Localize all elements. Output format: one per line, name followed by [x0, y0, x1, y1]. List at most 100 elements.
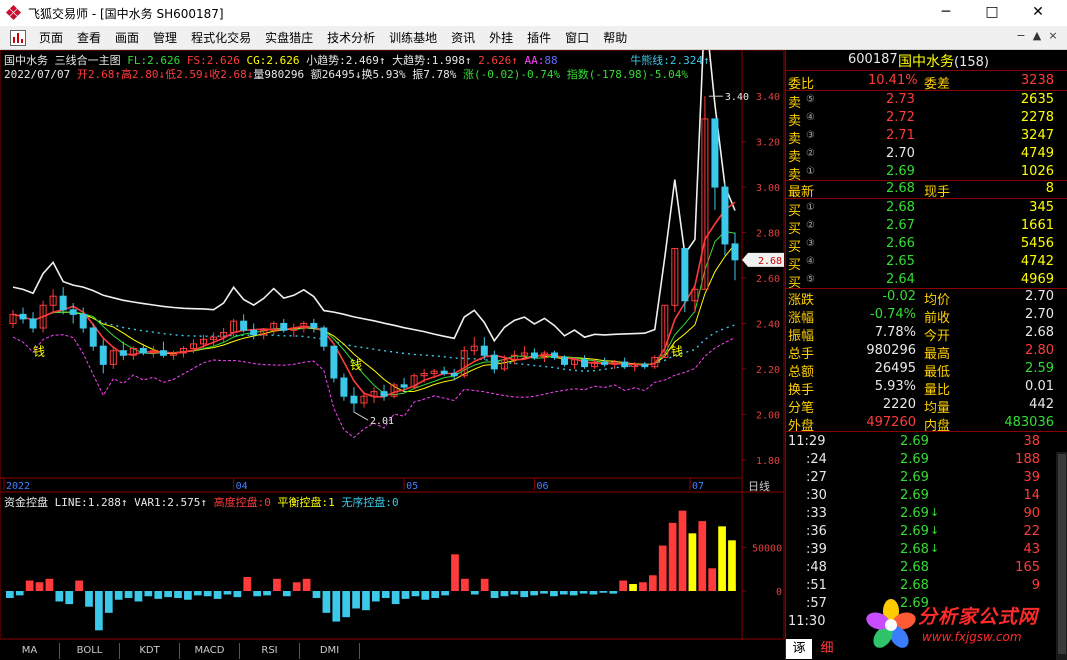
sell-volume: 2278 [1020, 110, 1054, 125]
sub-bar [668, 522, 677, 591]
window-title: 飞狐交易师 - [国中水务 SH600187] [28, 6, 224, 21]
buy-row[interactable]: 买 ⑤ 2.64 4969 [786, 271, 1067, 291]
chart-app-icon[interactable] [10, 29, 26, 46]
candle-body [350, 395, 358, 404]
menu-item-programmatic-trading[interactable]: 程式化交易 [184, 28, 258, 48]
menu-item-page[interactable]: 页面 [32, 28, 70, 48]
candle-body [721, 186, 729, 245]
tick-time: :51 [806, 578, 827, 593]
sell-row[interactable]: 卖 ② 2.70 4749 [786, 145, 1067, 165]
tab-kdt[interactable]: KDT [120, 643, 180, 659]
sub-bar [411, 591, 420, 597]
menu-item-window[interactable]: 窗口 [558, 28, 596, 48]
weibi-value: 10.41% [868, 73, 918, 88]
menu-item-tech-analysis[interactable]: 技术分析 [320, 28, 382, 48]
stats-row: 总手 980296 最高 2.80 [786, 342, 1067, 362]
tab-tick[interactable]: 诼 [786, 639, 812, 659]
sell-price: 2.72 [886, 110, 915, 125]
menu-item-plugins[interactable]: 插件 [520, 28, 558, 48]
stat-value: 2.68 [1025, 325, 1054, 340]
mdi-close-button[interactable]: × [1046, 30, 1060, 44]
sub-bar [292, 582, 301, 591]
tab-ma[interactable]: MA [0, 643, 60, 659]
sub-bar [658, 545, 667, 591]
tick-price: 2.68 [900, 542, 929, 557]
candle-body [320, 327, 328, 347]
weibi-row: 委比 10.41% 委差 3238 [786, 72, 1067, 92]
sell-row[interactable]: 卖 ③ 2.71 3247 [786, 127, 1067, 147]
sub-bar [500, 591, 509, 597]
tick-row: :48 2.68 165 [786, 559, 1056, 577]
menu-item-screen[interactable]: 画面 [108, 28, 146, 48]
sub-bar [282, 591, 291, 597]
sub-bar [302, 578, 311, 591]
tab-boll[interactable]: BOLL [60, 643, 120, 659]
sub-bar [104, 591, 113, 613]
tab-macd[interactable]: MACD [180, 643, 240, 659]
sub-bar [381, 591, 390, 598]
buy-row[interactable]: 买 ① 2.68 345 [786, 199, 1067, 219]
sub-bar [75, 580, 83, 591]
buy-row[interactable]: 买 ③ 2.66 5456 [786, 235, 1067, 255]
sub-bar [441, 591, 449, 596]
sub-bar [233, 591, 242, 598]
sell-row[interactable]: 卖 ① 2.69 1026 [786, 163, 1067, 183]
period-label[interactable]: 日线 [748, 478, 770, 494]
tick-price: 2.69 [900, 506, 929, 521]
buy-row[interactable]: 买 ② 2.67 1661 [786, 217, 1067, 237]
buy-row[interactable]: 买 ④ 2.65 4742 [786, 253, 1067, 273]
tab-dmi[interactable]: DMI [300, 643, 360, 659]
mdi-restore-button[interactable]: ▲ [1030, 30, 1044, 44]
sub-indicator-name: 资金控盘 [4, 496, 48, 509]
sub-bar [114, 591, 123, 600]
stock-code: 600187 [848, 52, 898, 67]
sub-bar [589, 591, 598, 595]
tab-detail[interactable]: 细 [814, 639, 840, 659]
menu-item-news[interactable]: 资讯 [444, 28, 482, 48]
minimize-button[interactable]: ─ [923, 0, 969, 26]
stat-value: 5.93% [874, 379, 916, 394]
mdi-minimize-button[interactable]: − [1014, 30, 1028, 44]
sub-bar [639, 582, 647, 591]
sub-bar [421, 591, 430, 600]
buy-volume: 5456 [1020, 236, 1054, 251]
sub-bar [530, 591, 538, 596]
tab-rsi[interactable]: RSI [240, 643, 300, 659]
menu-item-hunter[interactable]: 实盘猎庄 [258, 28, 320, 48]
stats-row: 涨跌 -0.02 均价 2.70 [786, 288, 1067, 308]
sub-bar [362, 591, 370, 611]
sub-bar [688, 533, 697, 591]
menu-item-addons[interactable]: 外挂 [482, 28, 520, 48]
no-control-value: 无序控盘:0 [341, 496, 399, 509]
menu-item-view[interactable]: 查看 [70, 28, 108, 48]
candle-body [69, 309, 77, 315]
sub-bar [490, 591, 499, 598]
candle-body [99, 345, 107, 365]
sell-row[interactable]: 卖 ④ 2.72 2278 [786, 109, 1067, 129]
maximize-button[interactable]: □ [969, 0, 1015, 26]
sub-bar [550, 591, 558, 597]
menu-item-manage[interactable]: 管理 [146, 28, 184, 48]
menu-item-help[interactable]: 帮助 [596, 28, 634, 48]
sub-bar [520, 591, 529, 598]
menu-item-training[interactable]: 训练基地 [382, 28, 444, 48]
big-trend-upper-line [12, 50, 736, 343]
sub-line-value: LINE:1.288 [54, 496, 121, 509]
sub-indicator-header: 资金控盘 LINE:1.288↑ VAR1:2.575↑ 高度控盘:0 平衡控盘… [4, 496, 399, 509]
buy-index-icon: ④ [806, 256, 815, 267]
cg-line [12, 243, 736, 393]
sub-bar [609, 591, 618, 594]
kline-chart[interactable]: 1.80 2.00 2.20 2.40 2.60 2.80 3.00 3.20 3.40 2022… [0, 50, 785, 640]
tick-row: :30 2.69 14 [786, 487, 1056, 505]
buy-price: 2.66 [886, 236, 915, 251]
tick-volume: 9 [1031, 578, 1040, 593]
sell-row[interactable]: 卖 ⑤ 2.73 2635 [786, 91, 1067, 111]
close-button[interactable]: ✕ [1015, 0, 1061, 26]
candle-body [310, 322, 318, 329]
sub-bar [273, 578, 281, 591]
buy-volume: 4969 [1020, 272, 1054, 287]
sub-bar [55, 591, 64, 602]
sub-bar [569, 591, 578, 596]
close-value: 收2.68 [209, 68, 247, 81]
sub-bar [470, 591, 479, 595]
